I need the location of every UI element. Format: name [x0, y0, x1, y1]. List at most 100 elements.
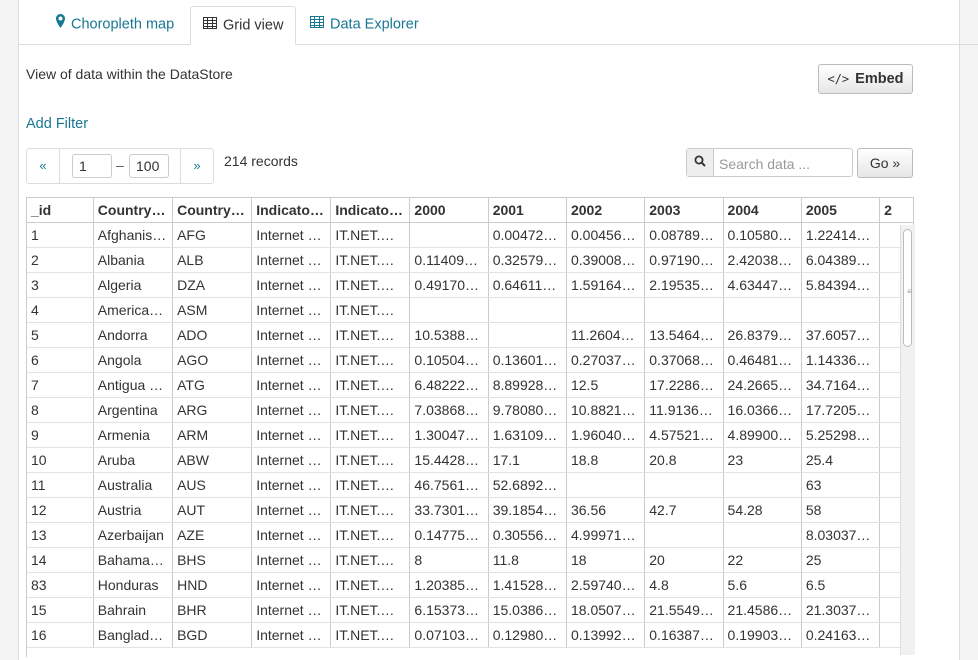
table-row[interactable]: 2 Albania ALB Internet … IT.NET.… 0.11409… 0.3…: [27, 247, 914, 273]
column-header[interactable]: Country…: [172, 197, 253, 223]
table-row[interactable]: 8 Argentina ARG Internet … IT.NET.… 7.03868… 9…: [27, 397, 914, 423]
table-cell: [409, 222, 489, 248]
map-marker-icon: [56, 6, 65, 43]
table-row[interactable]: 83 Honduras HND Internet … IT.NET.… 1.20385… 1…: [27, 572, 914, 598]
table-cell: 10: [27, 447, 94, 473]
table-cell: Afghanis…: [93, 222, 174, 248]
pager-from-input[interactable]: [72, 154, 112, 178]
table-cell: Bahrain: [93, 597, 174, 623]
table-cell: Internet …: [251, 622, 332, 648]
grid-scrollbar[interactable]: ≡: [900, 225, 915, 655]
table-cell: Internet …: [251, 372, 332, 398]
add-filter-link[interactable]: Add Filter: [26, 116, 88, 132]
table-cell: 0.19903…: [723, 622, 802, 648]
column-header[interactable]: Indicato…: [330, 197, 411, 223]
column-header[interactable]: 2003: [644, 197, 724, 223]
table-cell: 0.11409…: [409, 247, 489, 273]
table-cell: 1.63109…: [488, 422, 567, 448]
column-header[interactable]: 2002: [566, 197, 646, 223]
table-cell: 2.59740…: [566, 572, 646, 598]
table-row[interactable]: 4 America… ASM Internet … IT.NET.…: [27, 297, 914, 323]
column-header[interactable]: 2005: [801, 197, 881, 223]
table-cell: 1.96040…: [566, 422, 646, 448]
table-row[interactable]: 9 Armenia ARM Internet … IT.NET.… 1.30047… 1.6…: [27, 422, 914, 448]
table-row[interactable]: 14 Bahama… BHS Internet … IT.NET.… 8 11.8 18 20 2…: [27, 547, 914, 573]
table-cell: ARG: [172, 397, 253, 423]
table-cell: 2.42038…: [723, 247, 802, 273]
pager-prev-button[interactable]: «: [27, 149, 60, 183]
table-cell: 0.14775…: [409, 522, 489, 548]
table-row[interactable]: 15 Bahrain BHR Internet … IT.NET.… 6.15373… 15…: [27, 597, 914, 623]
table-row[interactable]: 13 Azerbaijan AZE Internet … IT.NET.… 0.14775…: [27, 522, 914, 548]
table-cell: Azerbaijan: [93, 522, 174, 548]
table-cell: Australia: [93, 472, 174, 498]
table-cell: 26.8379…: [723, 322, 802, 348]
table-cell: 15: [27, 597, 94, 623]
tab-grid-view[interactable]: Grid view: [190, 6, 297, 45]
pager-next-button[interactable]: »: [180, 149, 213, 183]
table-cell: 0.24163…: [801, 622, 881, 648]
column-header[interactable]: _id: [27, 197, 94, 223]
table-row[interactable]: 1 Afghanis… AFG Internet … IT.NET.… 0.00472… 0…: [27, 222, 914, 248]
pager-to-input[interactable]: [129, 154, 169, 178]
table-cell: 0.10580…: [723, 222, 802, 248]
table-cell: 33.7301…: [409, 497, 489, 523]
table-cell: 9.78080…: [488, 397, 567, 423]
table-cell: America…: [93, 297, 174, 323]
table-row[interactable]: 12 Austria AUT Internet … IT.NET.… 33.7301… 39…: [27, 497, 914, 523]
tab-data-explorer[interactable]: Data Explorer: [298, 6, 431, 43]
scrollbar-thumb[interactable]: ≡: [903, 229, 912, 347]
column-header[interactable]: 2000: [409, 197, 489, 223]
table-cell: 0.46481…: [723, 347, 802, 373]
column-header[interactable]: 2004: [723, 197, 802, 223]
table-cell: 12.5: [566, 372, 646, 398]
table-cell: 15.0386…: [488, 597, 567, 623]
table-cell: [644, 472, 724, 498]
column-header[interactable]: 2: [879, 197, 914, 223]
record-count: 214 records: [224, 153, 298, 169]
column-header[interactable]: Indicato…: [251, 197, 332, 223]
table-cell: 11.2604…: [566, 322, 646, 348]
table-cell: [644, 522, 724, 548]
table-cell: 18.8: [566, 447, 646, 473]
table-cell: 37.6057…: [801, 322, 881, 348]
table-cell: 46.7561…: [409, 472, 489, 498]
table-cell: Internet …: [251, 472, 332, 498]
table-cell: BGD: [172, 622, 253, 648]
table-row[interactable]: 11 Australia AUS Internet … IT.NET.… 46.7561……: [27, 472, 914, 498]
table-icon: [203, 7, 217, 44]
table-row[interactable]: 3 Algeria DZA Internet … IT.NET.… 0.49170… 0.6…: [27, 272, 914, 298]
table-cell: 20.8: [644, 447, 724, 473]
table-cell: 0.10504…: [409, 347, 489, 373]
tab-data-explorer-label: Data Explorer: [330, 16, 419, 33]
embed-button[interactable]: </> Embed: [818, 64, 913, 94]
table-cell: 63: [801, 472, 881, 498]
table-cell: 23: [723, 447, 802, 473]
search-input[interactable]: [717, 151, 851, 176]
go-button[interactable]: Go »: [857, 148, 913, 178]
table-cell: Antigua …: [93, 372, 174, 398]
table-cell: IT.NET.…: [330, 547, 411, 573]
table-cell: [488, 322, 567, 348]
table-row[interactable]: 6 Angola AGO Internet … IT.NET.… 0.10504… 0.13…: [27, 347, 914, 373]
column-header[interactable]: Country…: [93, 197, 174, 223]
table-row[interactable]: 5 Andorra ADO Internet … IT.NET.… 10.5388… 11.…: [27, 322, 914, 348]
table-cell: AZE: [172, 522, 253, 548]
data-grid: _id Country… Country… Indicato… Indicato… 200…: [26, 197, 914, 657]
table-cell: IT.NET.…: [330, 297, 411, 323]
table-row[interactable]: 7 Antigua … ATG Internet … IT.NET.… 6.48222… 8…: [27, 372, 914, 398]
table-cell: Albania: [93, 247, 174, 273]
table-cell: 2: [27, 247, 94, 273]
grip-icon: ≡: [907, 287, 912, 296]
tab-choropleth-map[interactable]: Choropleth map: [44, 6, 186, 43]
table-cell: 1.14336…: [801, 347, 881, 373]
table-cell: 20: [644, 547, 724, 573]
table-cell: 0.32579…: [488, 247, 567, 273]
column-header[interactable]: 2001: [488, 197, 567, 223]
table-cell: Bahama…: [93, 547, 174, 573]
table-cell: 8.89928…: [488, 372, 567, 398]
table-cell: 6.48222…: [409, 372, 489, 398]
table-row[interactable]: 10 Aruba ABW Internet … IT.NET.… 15.4428… 17.1…: [27, 447, 914, 473]
table-row[interactable]: 16 Banglad… BGD Internet … IT.NET.… 0.07103… 0…: [27, 622, 914, 648]
table-cell: Internet …: [251, 322, 332, 348]
